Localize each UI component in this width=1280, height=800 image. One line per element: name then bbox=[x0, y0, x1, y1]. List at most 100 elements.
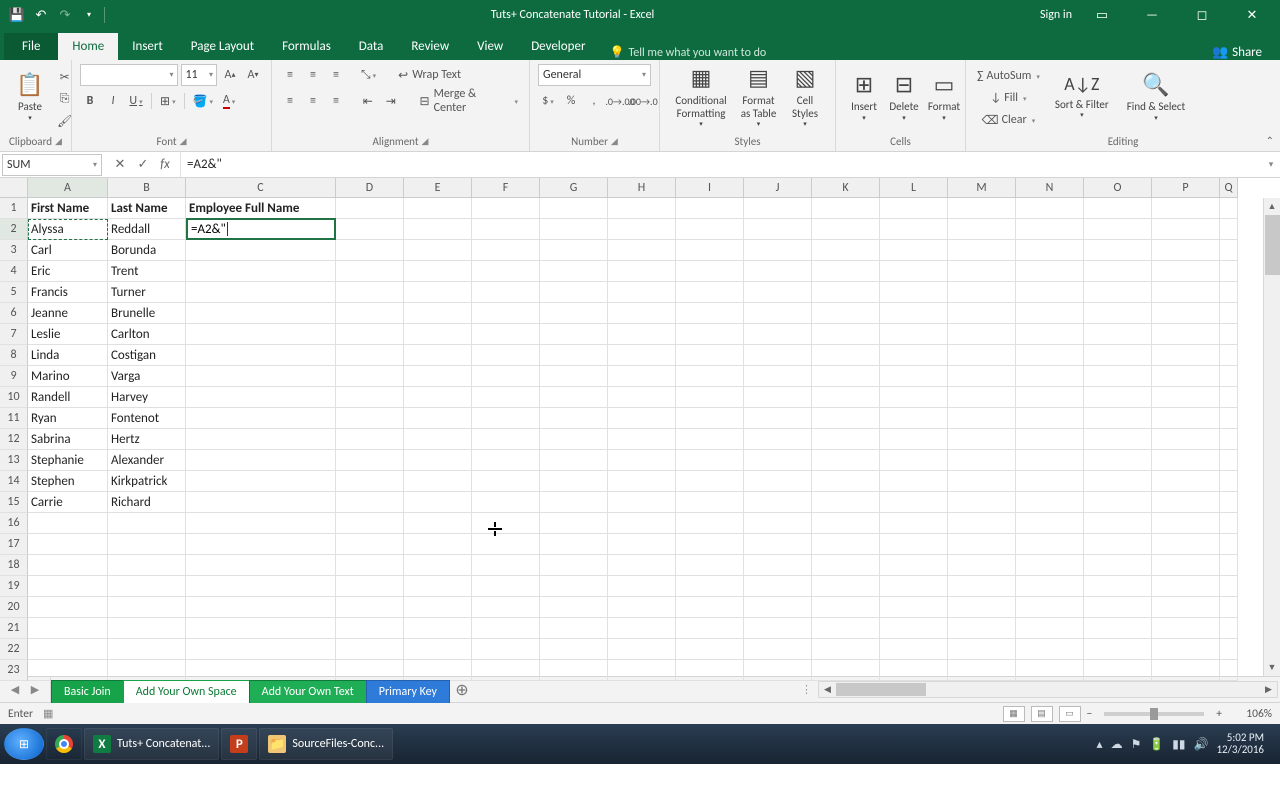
cell[interactable] bbox=[744, 219, 812, 240]
cell[interactable] bbox=[540, 513, 608, 534]
cell[interactable]: Marino bbox=[28, 366, 108, 387]
cell[interactable] bbox=[1084, 198, 1152, 219]
cell[interactable] bbox=[812, 534, 880, 555]
cell[interactable] bbox=[336, 639, 404, 660]
cell[interactable] bbox=[676, 324, 744, 345]
cell[interactable] bbox=[948, 219, 1016, 240]
cell[interactable] bbox=[1084, 282, 1152, 303]
cell[interactable] bbox=[472, 513, 540, 534]
cell[interactable] bbox=[744, 513, 812, 534]
cell[interactable] bbox=[186, 240, 336, 261]
cell[interactable] bbox=[1016, 282, 1084, 303]
cell[interactable] bbox=[336, 492, 404, 513]
column-header[interactable]: A bbox=[28, 178, 108, 198]
cell[interactable] bbox=[812, 555, 880, 576]
tab-scroll-handle[interactable]: ⋮ bbox=[795, 683, 818, 696]
cell[interactable] bbox=[336, 660, 404, 681]
cell[interactable] bbox=[472, 597, 540, 618]
taskbar-app[interactable]: P bbox=[221, 728, 257, 760]
cell[interactable] bbox=[948, 597, 1016, 618]
cell-styles-button[interactable]: ▧Cell Styles▾ bbox=[783, 64, 827, 130]
row-header[interactable]: 7 bbox=[0, 324, 28, 345]
cell[interactable] bbox=[676, 198, 744, 219]
cell[interactable] bbox=[744, 282, 812, 303]
cell[interactable] bbox=[1084, 555, 1152, 576]
cell[interactable] bbox=[744, 429, 812, 450]
cell[interactable] bbox=[744, 471, 812, 492]
row-header[interactable]: 3 bbox=[0, 240, 28, 261]
cell[interactable] bbox=[108, 555, 186, 576]
cell[interactable] bbox=[676, 513, 744, 534]
cell[interactable] bbox=[404, 408, 472, 429]
zoom-slider[interactable] bbox=[1104, 712, 1204, 716]
dialog-launcher-icon[interactable]: ◢ bbox=[180, 136, 187, 147]
cell[interactable] bbox=[948, 534, 1016, 555]
cell[interactable] bbox=[472, 534, 540, 555]
cell[interactable] bbox=[948, 618, 1016, 639]
row-header[interactable]: 8 bbox=[0, 345, 28, 366]
cell[interactable] bbox=[336, 387, 404, 408]
expand-formula-bar-icon[interactable]: ▾ bbox=[1262, 159, 1280, 170]
action-center-icon[interactable]: ⚑ bbox=[1131, 737, 1142, 752]
cell[interactable] bbox=[540, 450, 608, 471]
hscroll-thumb[interactable] bbox=[836, 683, 926, 696]
cell[interactable] bbox=[108, 513, 186, 534]
underline-button[interactable]: U bbox=[126, 91, 146, 111]
cell[interactable] bbox=[880, 450, 948, 471]
cell[interactable] bbox=[1152, 555, 1220, 576]
format-as-table-button[interactable]: ▤Format as Table▾ bbox=[734, 64, 783, 130]
cell[interactable] bbox=[1016, 366, 1084, 387]
cell[interactable] bbox=[1084, 261, 1152, 282]
cell[interactable] bbox=[1220, 450, 1238, 471]
cell[interactable] bbox=[676, 576, 744, 597]
sheet-tab[interactable]: Add Your Own Text bbox=[249, 680, 367, 703]
number-format-combo[interactable]: General▾ bbox=[538, 64, 651, 86]
cell[interactable] bbox=[1220, 261, 1238, 282]
macro-record-icon[interactable]: ▦ bbox=[43, 707, 53, 720]
cell[interactable] bbox=[880, 660, 948, 681]
worksheet-grid[interactable]: ABCDEFGHIJKLMNOPQ 1234567891011121314151… bbox=[0, 178, 1280, 676]
row-header[interactable]: 22 bbox=[0, 639, 28, 660]
cell[interactable] bbox=[540, 555, 608, 576]
cell[interactable] bbox=[1152, 639, 1220, 660]
cell[interactable] bbox=[1084, 303, 1152, 324]
cell[interactable] bbox=[812, 492, 880, 513]
row-header[interactable]: 15 bbox=[0, 492, 28, 513]
cell[interactable] bbox=[540, 534, 608, 555]
cell[interactable] bbox=[186, 660, 336, 681]
cell[interactable]: Brunelle bbox=[108, 303, 186, 324]
cell[interactable]: Borunda bbox=[108, 240, 186, 261]
column-header[interactable]: F bbox=[472, 178, 540, 198]
cell[interactable] bbox=[608, 660, 676, 681]
cell[interactable] bbox=[1016, 660, 1084, 681]
cell[interactable] bbox=[540, 597, 608, 618]
cell[interactable] bbox=[1152, 534, 1220, 555]
align-top-button[interactable]: ≡ bbox=[280, 65, 300, 85]
fill-color-button[interactable]: 🪣 bbox=[190, 91, 216, 111]
column-header[interactable]: B bbox=[108, 178, 186, 198]
column-header[interactable]: J bbox=[744, 178, 812, 198]
cell[interactable] bbox=[336, 282, 404, 303]
insert-cells-button[interactable]: ⊞Insert▾ bbox=[844, 64, 884, 130]
cell[interactable] bbox=[186, 261, 336, 282]
cell[interactable] bbox=[540, 261, 608, 282]
cell[interactable]: Harvey bbox=[108, 387, 186, 408]
cell[interactable] bbox=[1152, 576, 1220, 597]
cell[interactable] bbox=[1084, 429, 1152, 450]
cell[interactable] bbox=[812, 366, 880, 387]
maximize-button[interactable]: ◻ bbox=[1182, 0, 1222, 30]
cell[interactable] bbox=[186, 597, 336, 618]
cell[interactable] bbox=[948, 639, 1016, 660]
cell[interactable] bbox=[404, 282, 472, 303]
cell[interactable] bbox=[336, 345, 404, 366]
percent-format-button[interactable]: % bbox=[561, 91, 581, 111]
cell[interactable] bbox=[28, 534, 108, 555]
cell[interactable] bbox=[812, 240, 880, 261]
align-middle-button[interactable]: ≡ bbox=[303, 65, 323, 85]
cell[interactable] bbox=[540, 660, 608, 681]
onedrive-icon[interactable]: ☁ bbox=[1111, 737, 1123, 752]
cell[interactable]: Alexander bbox=[108, 450, 186, 471]
normal-view-button[interactable]: ▦ bbox=[1003, 706, 1025, 722]
cell[interactable] bbox=[744, 555, 812, 576]
cell[interactable] bbox=[1220, 408, 1238, 429]
